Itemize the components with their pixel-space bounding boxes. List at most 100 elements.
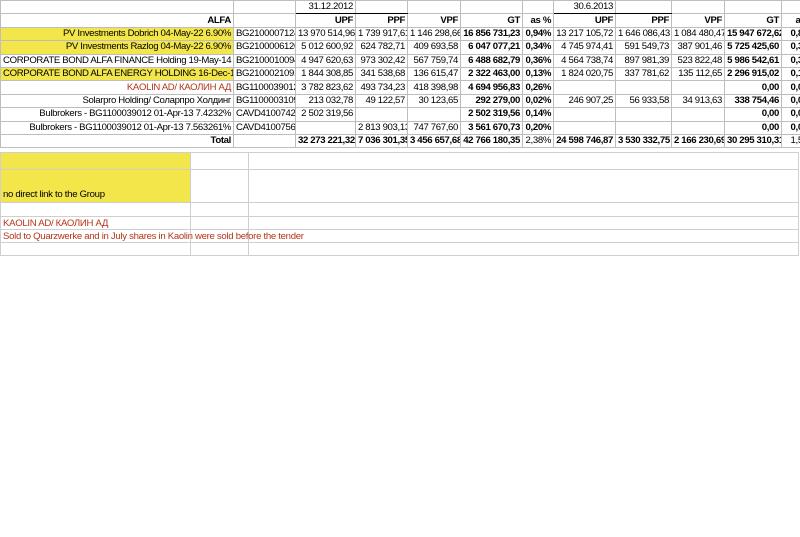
cell-as1[interactable]: 0,13%: [522, 66, 554, 82]
cell-upf2[interactable]: 1 824 020,75: [553, 66, 616, 82]
row-code[interactable]: BG1100003109: [233, 93, 296, 109]
cell-vpf2[interactable]: [671, 107, 725, 122]
cell-gt1[interactable]: 292 279,00: [460, 93, 523, 109]
vpf-header-2[interactable]: VPF: [671, 13, 725, 28]
cell-as2[interactable]: 0,12%: [781, 66, 800, 82]
cell-as1[interactable]: 0,14%: [522, 107, 554, 122]
cell-gt2[interactable]: 15 947 672,62: [724, 26, 782, 42]
period-1-date[interactable]: 31.12.2012: [295, 0, 356, 15]
cell-vpf2[interactable]: 387 901,46: [671, 40, 725, 55]
row-name[interactable]: PV Investments Dobrich 04-May-22 6.90%: [0, 26, 234, 42]
cell-ppf2[interactable]: [615, 120, 672, 135]
cell-vpf1[interactable]: 136 615,47: [407, 66, 461, 82]
total-vpf1[interactable]: 3 456 657,68: [407, 133, 461, 149]
cell-gt1[interactable]: 3 561 670,73: [460, 120, 523, 135]
ppf-header-2[interactable]: PPF: [615, 13, 672, 28]
cell-vpf1[interactable]: 409 693,58: [407, 40, 461, 55]
row-code[interactable]: BG2100006126: [233, 40, 296, 55]
gt-header-2[interactable]: GT: [724, 13, 782, 28]
row-name[interactable]: PV Investments Razlog 04-May-22 6.90%: [0, 40, 234, 55]
alfa-header[interactable]: ALFA: [0, 13, 234, 28]
cell-upf1[interactable]: 4 947 620,63: [295, 53, 356, 68]
row-name[interactable]: Bulbrokers - BG1100039012 01-Apr-13 7.56…: [0, 120, 234, 135]
total-upf1[interactable]: 32 273 221,32: [295, 133, 356, 149]
cell-ppf1[interactable]: 493 734,23: [355, 80, 408, 95]
row-name[interactable]: Bulbrokers - BG1100039012 01-Apr-13 7.42…: [0, 107, 234, 122]
total-gt1[interactable]: 42 766 180,35: [460, 133, 523, 149]
cell-vpf1[interactable]: [407, 107, 461, 122]
cell-ppf1[interactable]: 1 739 917,61: [355, 26, 408, 42]
total-label[interactable]: Total: [0, 133, 234, 149]
cell-ppf2[interactable]: 337 781,62: [615, 66, 672, 82]
sold-note[interactable]: Sold to Quarzwerke and in July shares in…: [0, 229, 304, 244]
cell-as2[interactable]: 0,82%: [781, 26, 800, 42]
cell-gt2[interactable]: 0,00: [724, 80, 782, 95]
row-name[interactable]: KAOLIN AD/ КАОЛИН АД: [0, 80, 234, 95]
cell-upf1[interactable]: 13 970 514,96: [295, 26, 356, 42]
cell-ppf1[interactable]: [355, 107, 408, 122]
cell-upf1[interactable]: 213 032,78: [295, 93, 356, 109]
cell-ppf2[interactable]: 56 933,58: [615, 93, 672, 109]
cell-vpf1[interactable]: 567 759,74: [407, 53, 461, 68]
total-ppf1[interactable]: 7 036 301,35: [355, 133, 408, 149]
row-code[interactable]: BG2100007124: [233, 26, 296, 42]
upf-header-2[interactable]: UPF: [553, 13, 616, 28]
cell-as1[interactable]: 0,94%: [522, 26, 554, 42]
cell-ppf2[interactable]: [615, 107, 672, 122]
cell-vpf2[interactable]: 34 913,63: [671, 93, 725, 109]
cell-vpf2[interactable]: 523 822,48: [671, 53, 725, 68]
cell-as1[interactable]: 0,36%: [522, 53, 554, 68]
cell-gt2[interactable]: 5 986 542,61: [724, 53, 782, 68]
cell-as1[interactable]: 0,34%: [522, 40, 554, 55]
cell-as2[interactable]: 0,00%: [781, 120, 800, 135]
cell-gt1[interactable]: 6 047 077,21: [460, 40, 523, 55]
total-upf2[interactable]: 24 598 746,87: [553, 133, 616, 149]
cell-vpf2[interactable]: 1 084 480,47: [671, 26, 725, 42]
cell-upf2[interactable]: 13 217 105,72: [553, 26, 616, 42]
cell-ppf1[interactable]: 341 538,68: [355, 66, 408, 82]
cell-upf1[interactable]: 2 502 319,56: [295, 107, 356, 122]
row-name[interactable]: CORPORATE BOND ALFA ENERGY HOLDING 16-De…: [0, 66, 234, 82]
row-code[interactable]: BG2100010094: [233, 53, 296, 68]
cell-upf2[interactable]: 4 745 974,41: [553, 40, 616, 55]
row-name[interactable]: Solarpro Holding/ Соларпро Холдинг: [0, 93, 234, 109]
cell-ppf1[interactable]: 2 813 903,13: [355, 120, 408, 135]
total-as2[interactable]: 1,57%: [781, 133, 800, 149]
cell-ppf1[interactable]: 49 122,57: [355, 93, 408, 109]
row-code[interactable]: CAVD41007423: [233, 107, 296, 122]
cell-gt1[interactable]: 2 322 463,00: [460, 66, 523, 82]
cell-ppf2[interactable]: 1 646 086,43: [615, 26, 672, 42]
cell-vpf2[interactable]: 135 112,65: [671, 66, 725, 82]
row-code[interactable]: CAVD41007563: [233, 120, 296, 135]
as-header-2[interactable]: as %: [781, 13, 800, 28]
cell-vpf1[interactable]: 30 123,65: [407, 93, 461, 109]
total-vpf2[interactable]: 2 166 230,69: [671, 133, 725, 149]
upf-header-1[interactable]: UPF: [295, 13, 356, 28]
cell-as1[interactable]: 0,20%: [522, 120, 554, 135]
cell-gt2[interactable]: 0,00: [724, 120, 782, 135]
kaolin-note[interactable]: KAOLIN AD/ КАОЛИН АД: [0, 216, 191, 231]
cell-ppf2[interactable]: [615, 80, 672, 95]
cell-gt1[interactable]: 6 488 682,79: [460, 53, 523, 68]
vpf-header-1[interactable]: VPF: [407, 13, 461, 28]
cell-gt1[interactable]: 2 502 319,56: [460, 107, 523, 122]
cell-as2[interactable]: 0,31%: [781, 53, 800, 68]
total-ppf2[interactable]: 3 530 332,75: [615, 133, 672, 149]
cell-upf1[interactable]: 5 012 600,92: [295, 40, 356, 55]
cell-ppf2[interactable]: 897 981,39: [615, 53, 672, 68]
cell-upf1[interactable]: [295, 120, 356, 135]
cell-vpf1[interactable]: 747 767,60: [407, 120, 461, 135]
cell-gt2[interactable]: 338 754,46: [724, 93, 782, 109]
total-gt2[interactable]: 30 295 310,31: [724, 133, 782, 149]
cell-upf2[interactable]: [553, 120, 616, 135]
period-2-date[interactable]: 30.6.2013: [553, 0, 616, 15]
cell-upf2[interactable]: [553, 80, 616, 95]
row-code[interactable]: BG2100021091: [233, 66, 296, 82]
gt-header-1[interactable]: GT: [460, 13, 523, 28]
cell-as1[interactable]: 0,26%: [522, 80, 554, 95]
row-code[interactable]: BG1100039012: [233, 80, 296, 95]
cell-vpf2[interactable]: [671, 120, 725, 135]
cell-upf2[interactable]: 4 564 738,74: [553, 53, 616, 68]
cell-gt1[interactable]: 4 694 956,83: [460, 80, 523, 95]
cell-upf1[interactable]: 3 782 823,62: [295, 80, 356, 95]
